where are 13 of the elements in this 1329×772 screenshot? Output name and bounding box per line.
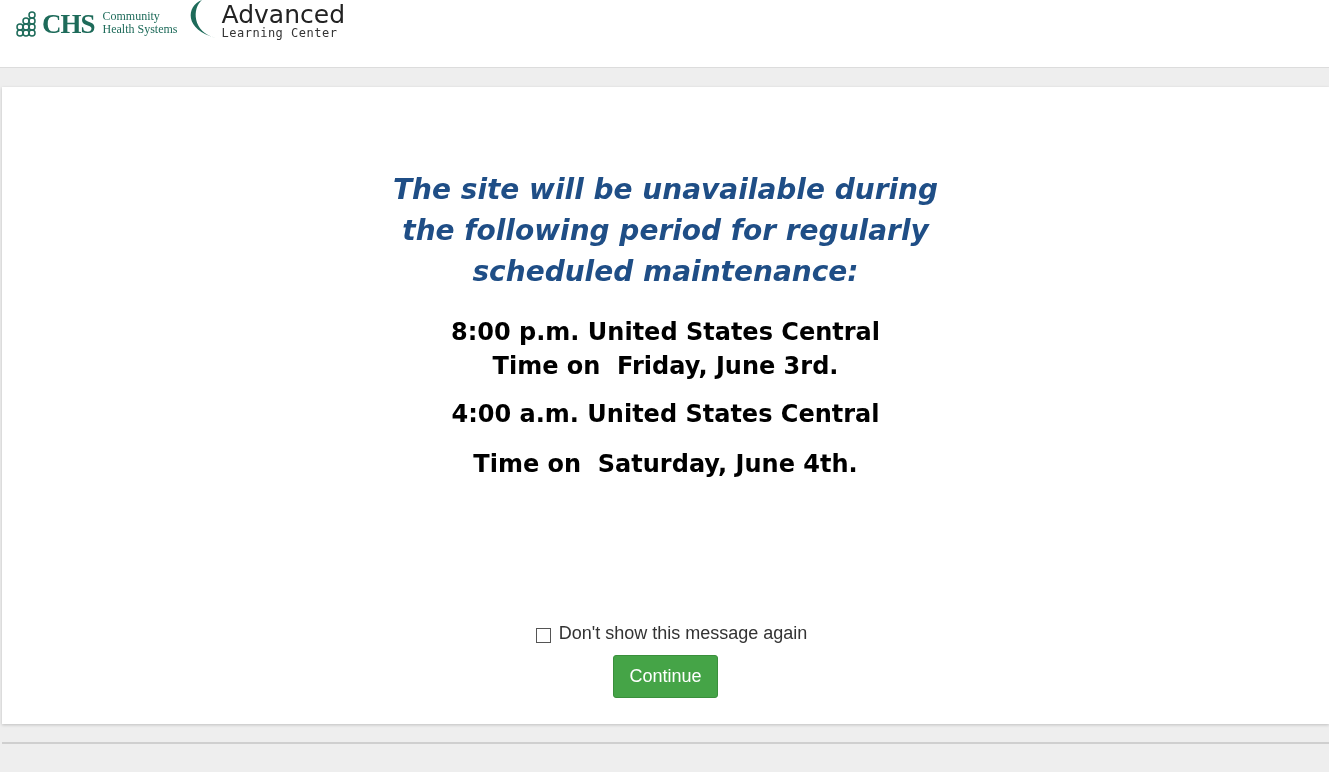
schedule-line: 4:00 a.m. United States Central xyxy=(451,399,880,430)
schedule-line: Time on Friday, June 3rd. xyxy=(492,351,839,382)
schedule-line: 8:00 p.m. United States Central xyxy=(451,317,880,348)
schedule-line: Time on Saturday, June 4th. xyxy=(473,449,858,480)
checkbox[interactable] xyxy=(535,628,551,643)
logo-icon xyxy=(14,11,38,37)
checkbox-label[interactable]: Don't show this message again xyxy=(558,620,808,647)
logo-text: Learning Center xyxy=(221,27,339,39)
logo-text: Advanced xyxy=(221,2,346,27)
logo-text: CHS xyxy=(42,11,95,38)
logo-text: Community xyxy=(102,10,161,23)
notice-heading: The site will be unavailable during the following period for regularly scheduled maintenance: xyxy=(391,172,940,290)
logo-text: Health Systems xyxy=(102,22,178,36)
